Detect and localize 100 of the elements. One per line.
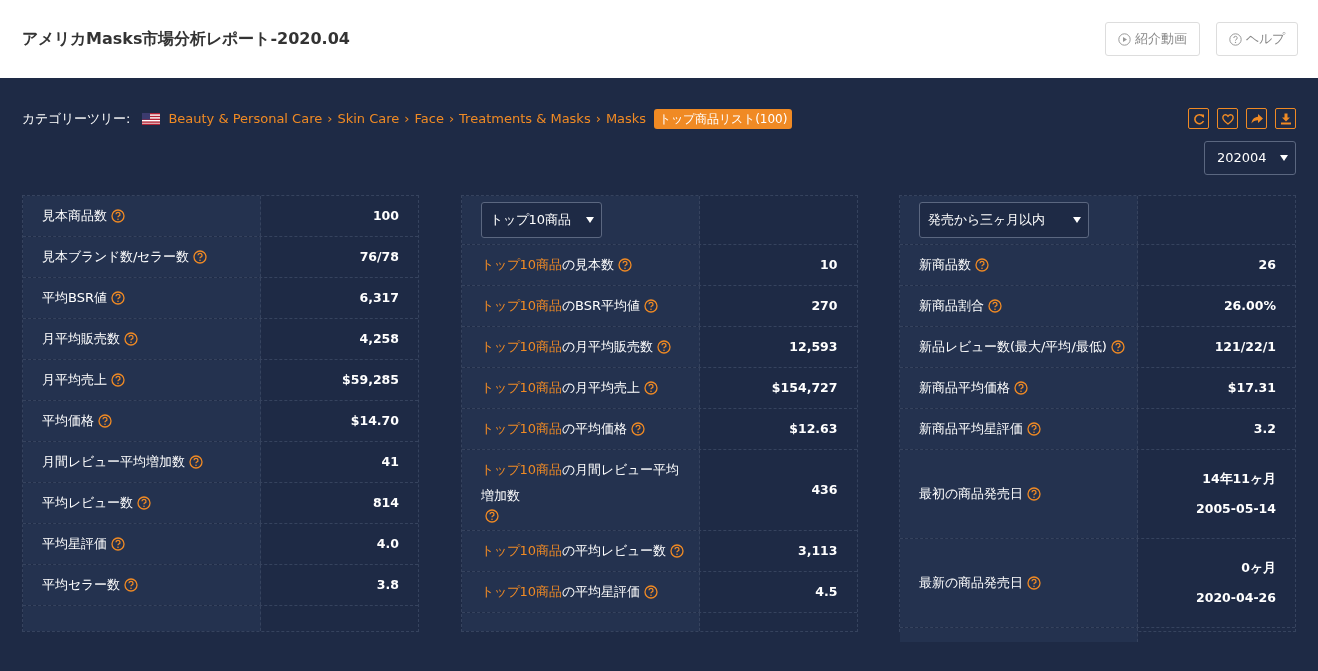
download-button[interactable] [1275, 108, 1296, 129]
category-tree-label: カテゴリーツリー: [22, 109, 131, 128]
download-icon [1278, 111, 1293, 126]
breadcrumb-link[interactable]: Masks [605, 108, 647, 129]
help-icon [1229, 32, 1242, 46]
metric-value: 436 [810, 480, 838, 499]
metric-label: 新商品割合 [919, 296, 984, 315]
metric-value: 270 [810, 296, 838, 315]
breadcrumb-separator: › [404, 109, 410, 128]
metric-label: 新商品数 [919, 255, 971, 274]
breadcrumb-link[interactable]: Treatments & Masks [459, 108, 591, 129]
metric-value: 814 [371, 493, 399, 512]
play-icon [1118, 32, 1131, 46]
us-flag-icon [142, 112, 161, 125]
metric-label: 平均セラー数 [42, 575, 120, 594]
help-icon [670, 543, 685, 558]
caret-icon [1073, 216, 1081, 223]
period-select[interactable]: 202004 [1204, 141, 1296, 175]
help-icon [644, 584, 659, 599]
refresh-button[interactable] [1188, 108, 1209, 129]
help-icon [644, 298, 659, 313]
metric-value: 100 [371, 206, 399, 225]
help-icon [137, 495, 151, 510]
help-icon [618, 257, 633, 272]
heart-icon [1220, 111, 1235, 126]
share-button[interactable] [1246, 108, 1267, 129]
help-icon [644, 380, 659, 395]
metric-label: 平均価格 [42, 411, 94, 430]
breadcrumb-separator: › [595, 109, 601, 128]
metric-value: $12.63 [788, 419, 838, 438]
metric-value: $154,727 [770, 378, 838, 397]
metric-label: トップ10商品の月平均販売数 [480, 337, 654, 356]
metric-label: 最新の商品発売日 [919, 573, 1023, 592]
help-icon [111, 372, 125, 387]
help-icon [1027, 421, 1041, 436]
help-icon [988, 298, 1002, 313]
metric-label: トップ10商品の平均星評価 [480, 582, 641, 601]
metric-label: 見本ブランド数/セラー数 [42, 247, 190, 266]
metric-label: トップ10商品の月平均売上 [480, 378, 641, 397]
metric-value: 10 [819, 255, 838, 274]
metric-label: 平均レビュー数 [42, 493, 133, 512]
metric-value: 41 [380, 452, 399, 471]
help-icon [975, 257, 989, 272]
metric-value: 3.2 [1252, 419, 1276, 438]
metric-value: 26.00% [1222, 296, 1276, 315]
breadcrumb-link[interactable]: Beauty & Personal Care [168, 108, 323, 129]
metric-value: 76/78 [358, 247, 399, 266]
metric-label: 新品レビュー数(最大/平均/最低) [919, 337, 1107, 356]
metric-label: 平均星評価 [42, 534, 107, 553]
help-icon [193, 249, 208, 264]
metric-label: 月間レビュー平均増加数 [42, 452, 185, 471]
intro-video-button[interactable]: 紹介動画 [1105, 22, 1200, 56]
metric-label: 月平均販売数 [42, 329, 120, 348]
metric-value: 2020-04-26 [1195, 588, 1276, 607]
metric-label: トップ10商品のBSR平均値 [480, 296, 641, 315]
metric-value: 3,113 [796, 541, 838, 560]
help-icon [189, 454, 203, 469]
metric-value: 3.8 [375, 575, 399, 594]
metric-value: 2005-05-14 [1195, 499, 1276, 518]
breadcrumb-separator: › [327, 109, 333, 128]
metric-value: 12,593 [788, 337, 838, 356]
help-icon [1027, 575, 1041, 590]
metric-label: 最初の商品発売日 [919, 484, 1023, 503]
help-button[interactable]: ヘルプ [1216, 22, 1298, 56]
metric-value: 26 [1257, 255, 1276, 274]
help-icon [124, 331, 138, 346]
help-icon [111, 208, 125, 223]
breadcrumb-link[interactable]: Face [414, 108, 444, 129]
help-icon [1110, 339, 1125, 354]
help-icon [484, 508, 499, 523]
metric-value: 4.5 [814, 582, 838, 601]
share-arrow-icon [1249, 111, 1264, 126]
metric-label: トップ10商品の平均レビュー数 [480, 541, 667, 560]
report-title: アメリカMasks市場分析レポート-2020.04 [22, 28, 350, 50]
caret-icon [1280, 154, 1288, 161]
caret-icon [585, 216, 594, 223]
help-icon [631, 421, 646, 436]
metric-label: 見本商品数 [42, 206, 107, 225]
metric-label: 新商品平均価格 [919, 378, 1010, 397]
metric-value: 14年11ヶ月 [1201, 469, 1276, 488]
breadcrumb-separator: › [448, 109, 455, 128]
help-icon [111, 290, 125, 305]
metric-label: トップ10商品の平均価格 [480, 419, 628, 438]
metric-label: 新商品平均星評価 [919, 419, 1023, 438]
help-icon [111, 536, 125, 551]
metric-value: 0ヶ月 [1240, 558, 1276, 577]
help-icon [657, 339, 672, 354]
metric-value: 6,317 [358, 288, 399, 307]
metric-label: 平均BSR値 [42, 288, 107, 307]
metric-select[interactable]: 発売から三ヶ月以内 [919, 201, 1089, 238]
refresh-icon [1191, 111, 1206, 126]
heart-button[interactable] [1217, 108, 1238, 129]
breadcrumb-link[interactable]: Skin Care [337, 108, 400, 129]
metric-select[interactable]: トップ10商品 [480, 201, 602, 238]
metric-value: $14.70 [349, 411, 399, 430]
metric-value: $59,285 [341, 370, 399, 389]
metric-value: 121/22/1 [1213, 337, 1276, 356]
metric-label: トップ10商品の月間レビュー平均増加数 [480, 460, 681, 505]
help-icon [1014, 380, 1028, 395]
metric-label: トップ10商品の見本数 [480, 255, 615, 274]
